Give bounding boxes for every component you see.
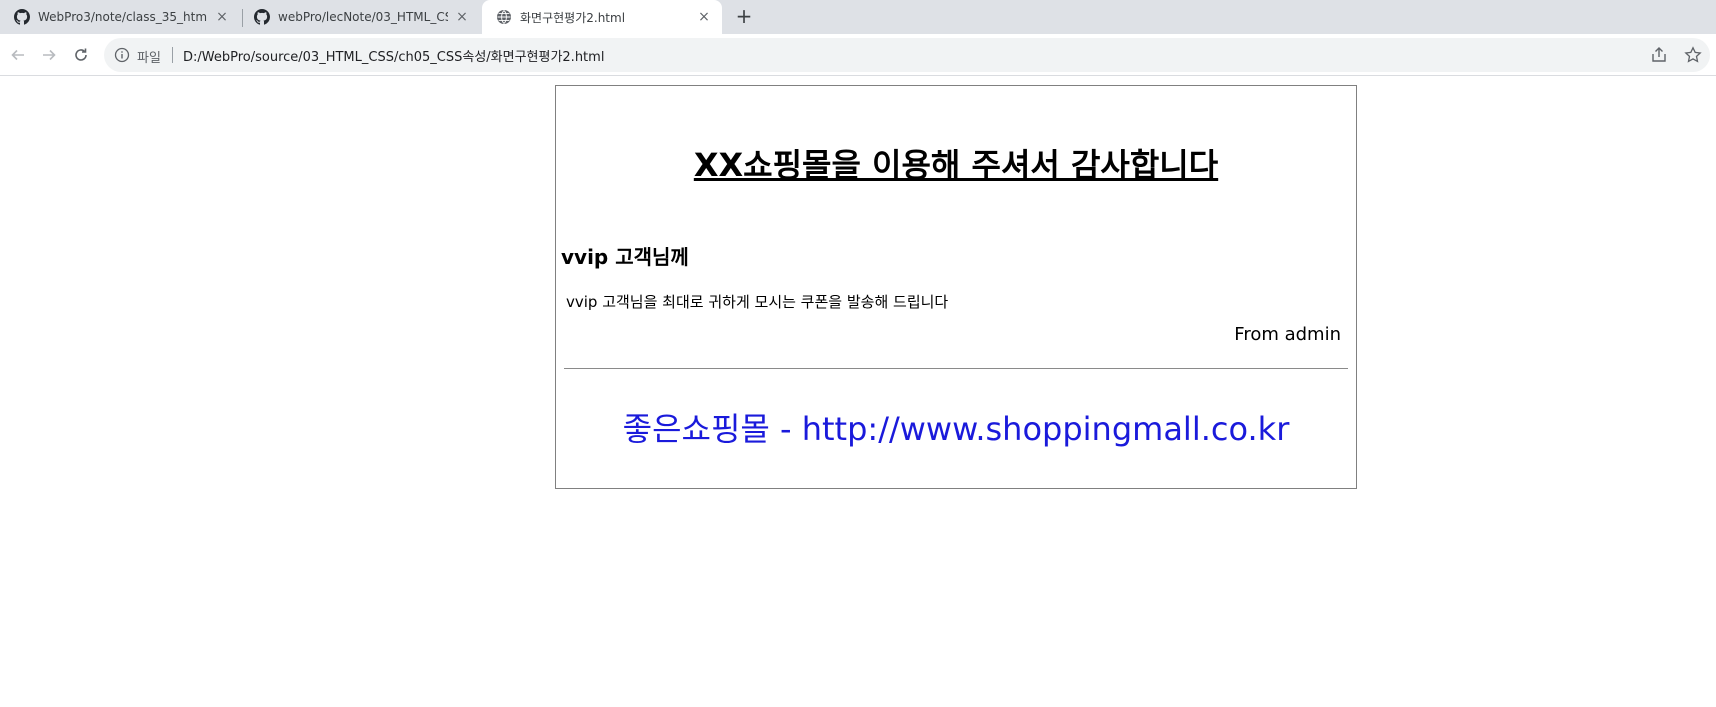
tab-active-page[interactable]: 화면구현평가2.html × (482, 0, 722, 34)
info-icon[interactable] (114, 47, 130, 63)
url-text[interactable]: D:/WebPro/source/03_HTML_CSS/ch05_CSS속성/… (183, 46, 604, 65)
address-bar[interactable]: 파일 D:/WebPro/source/03_HTML_CSS/ch05_CSS… (104, 38, 1710, 72)
forward-icon[interactable] (37, 43, 61, 67)
page-viewport: XX쇼핑몰을 이용해 주셔서 감사합니다 vvip 고객님께 vvip 고객님을… (0, 77, 1716, 707)
new-tab-button[interactable]: + (732, 5, 756, 29)
tab-title: WebPro3/note/class_35_html_css (38, 10, 208, 24)
close-icon[interactable]: × (454, 9, 470, 25)
coupon-card: XX쇼핑몰을 이용해 주셔서 감사합니다 vvip 고객님께 vvip 고객님을… (555, 85, 1357, 489)
coupon-message: vvip 고객님을 최대로 귀하게 모시는 쿠폰을 발송해 드립니다 (566, 293, 949, 311)
divider (564, 368, 1348, 369)
shop-link[interactable]: 좋은쇼핑몰 - http://www.shoppingmall.co.kr (556, 404, 1356, 450)
globe-icon (497, 10, 511, 24)
share-icon[interactable] (1650, 46, 1668, 64)
tab-strip: WebPro3/note/class_35_html_css × webPro/… (0, 0, 1716, 34)
address-separator (172, 47, 173, 63)
browser-toolbar: 파일 D:/WebPro/source/03_HTML_CSS/ch05_CSS… (0, 34, 1716, 76)
tab-title: webPro/lecNote/03_HTML_CSS/ (278, 10, 448, 24)
greeting-heading: vvip 고객님께 (561, 245, 689, 269)
github-icon (14, 9, 30, 25)
github-icon (254, 9, 270, 25)
close-icon[interactable]: × (214, 9, 230, 25)
bookmark-star-icon[interactable] (1684, 46, 1702, 64)
back-icon[interactable] (6, 43, 30, 67)
close-icon[interactable]: × (696, 9, 712, 25)
page-title: XX쇼핑몰을 이용해 주셔서 감사합니다 (693, 146, 1219, 184)
sender-line: From admin (1234, 324, 1341, 345)
tab-github-webpro3[interactable]: WebPro3/note/class_35_html_css × (0, 0, 240, 34)
scheme-label: 파일 (137, 51, 161, 66)
tab-title: 화면구현평가2.html (520, 10, 626, 25)
reload-icon[interactable] (69, 43, 93, 67)
tab-github-webpro[interactable]: webPro/lecNote/03_HTML_CSS/ × (240, 0, 480, 34)
